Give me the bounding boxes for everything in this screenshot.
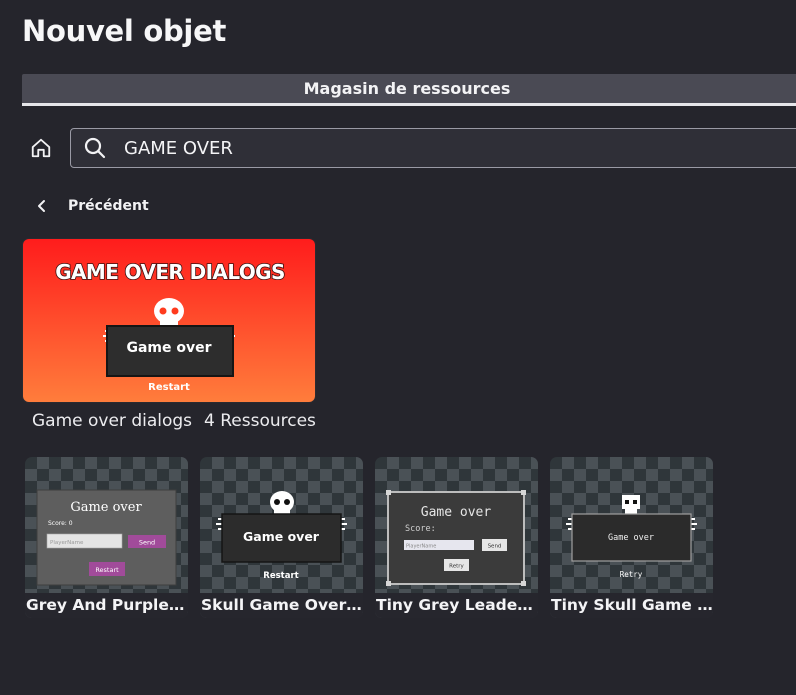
pack-image-title: GAME OVER DIALOGS	[55, 260, 285, 284]
thumb-retry: Retry	[449, 564, 464, 570]
pack-image-panel-text: Game over	[126, 340, 211, 356]
search-icon	[84, 137, 106, 159]
skull-icon	[270, 491, 294, 517]
asset-thumbnail: Game over Score: PlayerName Send Retry	[386, 490, 526, 586]
search-input[interactable]	[124, 137, 724, 159]
thumb-title: Game over	[70, 500, 142, 515]
asset-name: Tiny Skull Game O...	[550, 593, 713, 618]
thumb-button-text: Restart	[263, 571, 298, 581]
back-button[interactable]: Précédent	[34, 197, 149, 215]
asset-name: Grey And Purple L...	[25, 593, 188, 618]
chevron-left-icon	[38, 200, 45, 212]
home-button[interactable]	[28, 135, 54, 161]
asset-card[interactable]: Game over Score: PlayerName Send Retry T…	[375, 457, 538, 618]
asset-thumbnail: Game over Score: 0 PlayerName Send Resta…	[36, 489, 177, 586]
pack-name: Game over dialogs	[32, 411, 193, 431]
thumb-score: Score:	[405, 524, 436, 534]
pack-count: 4 Ressources	[204, 411, 316, 431]
back-label: Précédent	[68, 198, 149, 214]
active-tab-indicator	[22, 103, 796, 106]
pack-image-button-text: Restart	[148, 382, 190, 393]
thumb-panel-text: Game over	[243, 529, 320, 544]
home-icon	[31, 138, 51, 158]
thumb-title: Game over	[421, 505, 492, 520]
thumb-panel-text: Game over	[608, 533, 654, 543]
pack-card[interactable]: GAME OVER DIALOGS Game over Restart	[22, 238, 316, 403]
asset-card[interactable]: Game over Restart Skull Game Over D...	[200, 457, 363, 618]
tab-resource-store[interactable]: Magasin de ressources	[22, 74, 792, 102]
page-title: Nouvel objet	[22, 14, 227, 48]
thumb-input-placeholder: PlayerName	[406, 544, 436, 550]
pack-thumbnail: GAME OVER DIALOGS Game over Restart	[23, 239, 315, 402]
search-field[interactable]	[70, 128, 796, 168]
asset-card[interactable]: Game over Score: 0 PlayerName Send Resta…	[25, 457, 188, 618]
asset-thumbnail: Game over Restart	[216, 491, 347, 581]
tab-bar: Magasin de ressources	[22, 74, 796, 106]
thumb-button-text: Retry	[620, 570, 643, 579]
asset-name: Skull Game Over D...	[200, 593, 363, 618]
thumb-input-placeholder: PlayerName	[50, 540, 84, 546]
thumb-send: Send	[139, 539, 155, 547]
asset-grid: Game over Score: 0 PlayerName Send Resta…	[25, 457, 713, 618]
thumb-restart: Restart	[95, 566, 119, 574]
thumb-send: Send	[488, 544, 502, 550]
asset-card[interactable]: Game over Retry Tiny Skull Game O...	[550, 457, 713, 618]
asset-name: Tiny Grey Leaderb...	[375, 593, 538, 618]
thumb-score: Score: 0	[48, 520, 73, 527]
asset-thumbnail: Game over Retry	[566, 495, 697, 579]
